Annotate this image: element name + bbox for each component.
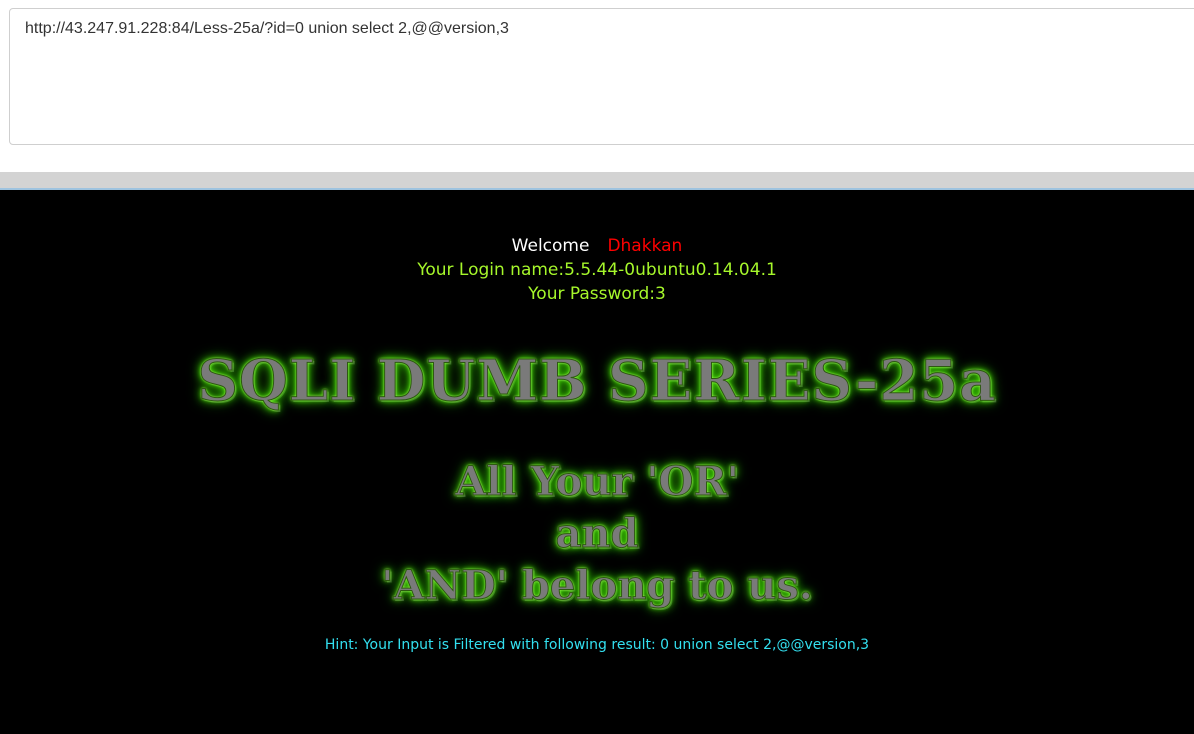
user-name: Dhakkan	[607, 236, 683, 256]
filter-hint-text: Hint: Your Input is Filtered with follow…	[324, 637, 870, 653]
series-title-banner: SQLI DUMB SERIES-25a	[197, 348, 997, 415]
slogan-line-2: and	[555, 510, 639, 558]
password-text: Your Password:3	[528, 284, 666, 304]
url-input-area: http://43.247.91.228:84/Less-25a/?id=0 u…	[0, 0, 1194, 172]
divider-bar	[0, 172, 1194, 190]
login-name-text: Your Login name:5.5.44-0ubuntu0.14.04.1	[417, 260, 777, 280]
slogan-line-1: All Your 'OR'	[455, 458, 740, 506]
url-input[interactable]: http://43.247.91.228:84/Less-25a/?id=0 u…	[9, 8, 1194, 145]
welcome-line: Welcome Dhakkan	[0, 236, 1194, 256]
welcome-text: Welcome	[511, 236, 590, 256]
slogan-line-3: 'AND' belong to us.	[381, 562, 814, 610]
sqli-lab-page: Welcome Dhakkan Your Login name:5.5.44-0u…	[0, 190, 1194, 734]
